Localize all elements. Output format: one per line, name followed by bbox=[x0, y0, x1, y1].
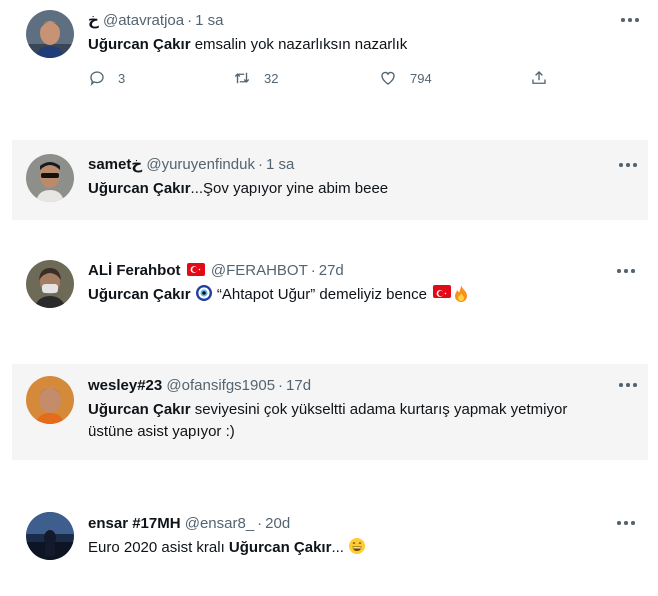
tweet-text: Uğurcan Çakır “Ahtapot Uğur” demeliyiz b… bbox=[88, 284, 628, 309]
timestamp[interactable]: 20d bbox=[265, 515, 290, 532]
tweet-header: ALİ Ferahbot @FERAHBOT · 27d bbox=[88, 262, 344, 280]
tweet-header: sametخ @yuruyenfinduk · 1 sa bbox=[88, 156, 294, 174]
tweet-1[interactable]: خ @atavratjoa · 1 sa Uğurcan Çakır emsalin… bbox=[0, 0, 658, 135]
timestamp[interactable]: 1 sa bbox=[195, 12, 223, 29]
reply-button[interactable]: 3 bbox=[88, 68, 125, 88]
turkish-flag-icon bbox=[433, 285, 452, 298]
mention[interactable]: Uğurcan Çakır bbox=[88, 286, 191, 303]
share-icon bbox=[532, 71, 546, 84]
tweet-text: Uğurcan Çakır emsalin yok nazarlıksın na… bbox=[88, 34, 628, 56]
display-name-text: samet bbox=[88, 156, 132, 173]
reply-count: 3 bbox=[118, 70, 126, 86]
like-count: 794 bbox=[410, 70, 432, 86]
avatar[interactable] bbox=[26, 154, 74, 202]
tweet-3[interactable]: ALİ Ferahbot @FERAHBOT · 27d Uğurcan Çakır… bbox=[0, 248, 658, 328]
timestamp[interactable]: 27d bbox=[319, 262, 344, 279]
tweet-2[interactable]: sametخ @yuruyenfinduk · 1 sa Uğurcan Çakır… bbox=[12, 140, 648, 220]
display-name[interactable]: ALİ Ferahbot bbox=[88, 262, 211, 279]
tweet-text-prefix: Euro 2020 asist kralı bbox=[88, 539, 229, 556]
retweet-icon bbox=[234, 72, 250, 84]
tweet-text-content: emsalin yok nazarlıksın nazarlık bbox=[190, 36, 408, 53]
tweet-text-line2: üstüne asist yapıyor :) bbox=[88, 423, 235, 440]
display-name-text: ALİ Ferahbot bbox=[88, 262, 181, 279]
mention[interactable]: Uğurcan Çakır bbox=[88, 401, 191, 418]
fire-icon bbox=[453, 284, 469, 309]
like-icon bbox=[381, 71, 395, 85]
evil-eye-icon bbox=[195, 284, 213, 309]
retweet-count: 32 bbox=[264, 70, 279, 86]
separator-dot: · bbox=[310, 262, 316, 279]
avatar[interactable] bbox=[26, 260, 74, 308]
tweet-4[interactable]: wesley#23 @ofansifgs1905 · 17d Uğurcan Çak… bbox=[12, 364, 648, 460]
tweet-text-content: ... bbox=[331, 539, 349, 556]
tweet-text-content: seviyesini çok yükseltti adama kurtarış … bbox=[190, 401, 568, 418]
tweet-header: خ @atavratjoa · 1 sa bbox=[88, 12, 223, 30]
user-handle[interactable]: @yuruyenfinduk bbox=[146, 156, 255, 173]
more-icon[interactable] bbox=[619, 162, 637, 168]
more-icon[interactable] bbox=[617, 268, 635, 274]
user-handle[interactable]: @FERAHBOT bbox=[211, 262, 308, 279]
like-button[interactable]: 794 bbox=[378, 68, 432, 88]
separator-dot: · bbox=[257, 515, 263, 532]
grin-emoji-icon bbox=[348, 537, 366, 562]
tweet-text: Uğurcan Çakır seviyesini çok yükseltti a… bbox=[88, 399, 628, 443]
tweet-header: wesley#23 @ofansifgs1905 · 17d bbox=[88, 377, 311, 395]
tweet-text: Euro 2020 asist kralı Uğurcan Çakır... bbox=[88, 537, 628, 562]
tweet-text: Uğurcan Çakır...Şov yapıyor yine abim be… bbox=[88, 178, 628, 200]
tweet-5[interactable]: ensar #17MH @ensar8_ · 20d Euro 2020 asist… bbox=[0, 500, 658, 590]
more-icon[interactable] bbox=[617, 520, 635, 526]
share-button[interactable] bbox=[530, 68, 548, 88]
display-name[interactable]: ensar #17MH bbox=[88, 515, 181, 532]
mention[interactable]: Uğurcan Çakır bbox=[229, 539, 332, 556]
avatar[interactable] bbox=[26, 10, 74, 58]
mention[interactable]: Uğurcan Çakır bbox=[88, 180, 191, 197]
tweet-text-content: “Ahtapot Uğur” demeliyiz bence bbox=[212, 286, 432, 303]
separator-dot: · bbox=[187, 12, 193, 29]
avatar[interactable] bbox=[26, 376, 74, 424]
display-name[interactable]: sametخ bbox=[88, 156, 142, 173]
tweet-text-content: ...Şov yapıyor yine abim beee bbox=[190, 180, 389, 197]
tweet-header: ensar #17MH @ensar8_ · 20d bbox=[88, 515, 290, 533]
reply-icon bbox=[90, 71, 104, 87]
more-icon[interactable] bbox=[621, 17, 639, 23]
user-handle[interactable]: @ensar8_ bbox=[185, 515, 254, 532]
timestamp[interactable]: 17d bbox=[286, 377, 311, 394]
user-handle[interactable]: @ofansifgs1905 bbox=[166, 377, 275, 394]
mention[interactable]: Uğurcan Çakır bbox=[88, 36, 191, 53]
avatar[interactable] bbox=[26, 512, 74, 560]
turkish-flag-icon bbox=[186, 263, 205, 276]
separator-dot: · bbox=[257, 156, 263, 173]
separator-dot: · bbox=[278, 377, 284, 394]
display-name[interactable]: wesley#23 bbox=[88, 377, 162, 394]
user-handle[interactable]: @atavratjoa bbox=[103, 12, 184, 29]
display-name-symbol: خ bbox=[131, 156, 143, 173]
retweet-button[interactable]: 32 bbox=[232, 68, 278, 88]
more-icon[interactable] bbox=[619, 382, 637, 388]
timestamp[interactable]: 1 sa bbox=[266, 156, 294, 173]
display-name[interactable]: خ bbox=[88, 12, 99, 29]
